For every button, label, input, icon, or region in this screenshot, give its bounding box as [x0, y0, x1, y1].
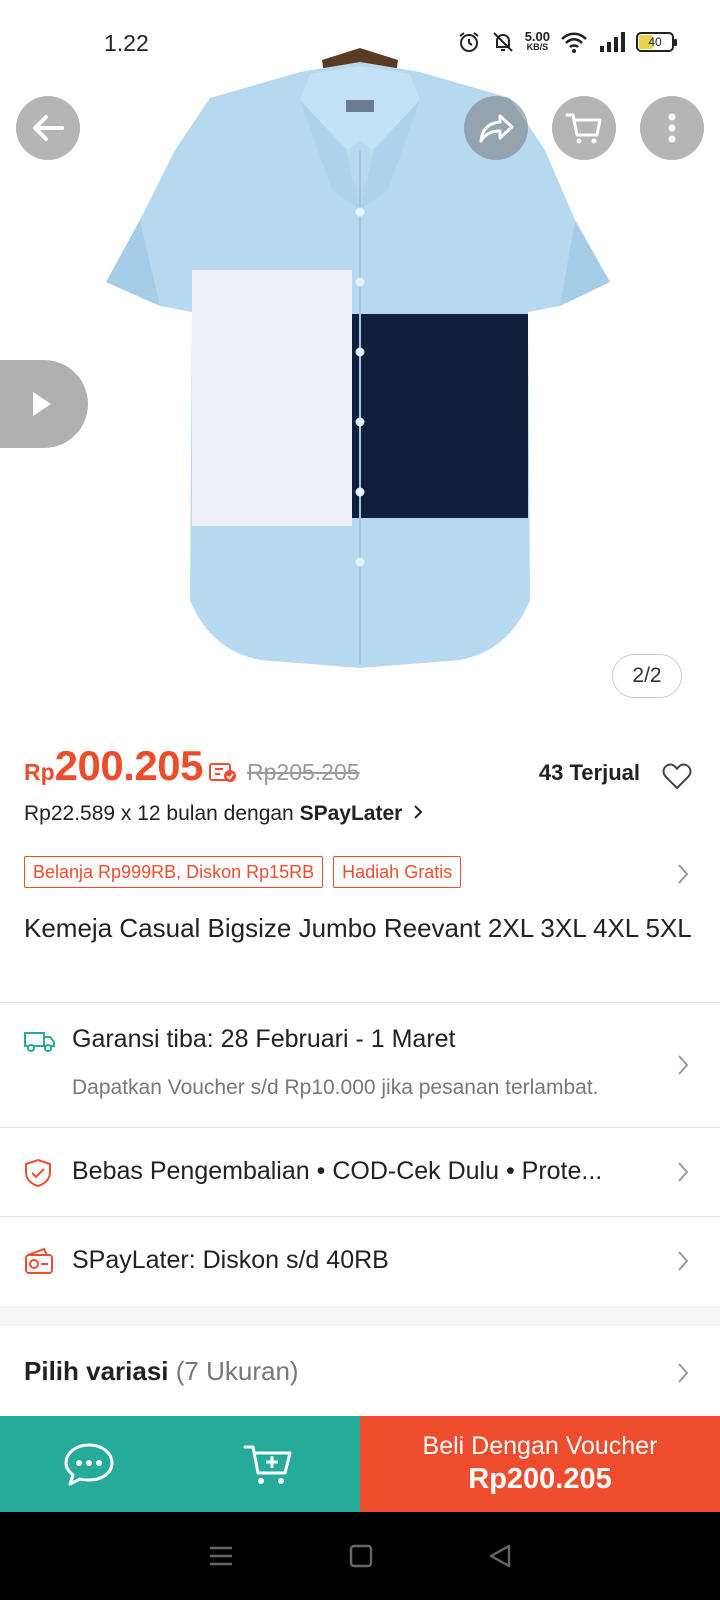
variation-label: Pilih variasi — [24, 1356, 169, 1386]
share-icon — [479, 114, 514, 143]
play-video-button[interactable] — [0, 360, 88, 448]
share-button[interactable] — [464, 96, 528, 160]
price-row: Rp 200.205 Rp205.205 — [24, 742, 360, 790]
cart-button[interactable] — [552, 96, 616, 160]
truck-icon — [24, 1032, 55, 1052]
promo-tag-discount[interactable]: Belanja Rp999RB, Diskon Rp15RB — [24, 856, 324, 888]
installment-text: Rp22.589 x 12 bulan dengan — [24, 802, 300, 825]
system-nav-bar — [0, 1512, 720, 1600]
more-options-button[interactable] — [640, 96, 704, 160]
promo-tags[interactable]: Belanja Rp999RB, Diskon Rp15RB Hadiah Gr… — [24, 856, 462, 888]
wifi-icon — [561, 32, 587, 53]
add-to-cart-button[interactable] — [178, 1416, 360, 1512]
alarm-icon — [459, 32, 479, 52]
heart-icon[interactable] — [662, 762, 692, 790]
buy-with-voucher-button[interactable]: Beli Dengan Voucher Rp200.205 — [360, 1416, 720, 1512]
guarantees-text: Bebas Pengembalian • COD-Cek Dulu • Prot… — [72, 1157, 603, 1185]
home-icon[interactable] — [348, 1543, 374, 1569]
net-speed-value: 5.00 — [524, 29, 550, 44]
shipping-guarantee-row[interactable]: Garansi tiba: 28 Februari - 1 Maret Dapa… — [0, 1003, 720, 1127]
chevron-right-icon — [678, 1251, 689, 1271]
battery-icon: 40 — [636, 32, 677, 52]
back-nav-icon[interactable] — [487, 1543, 513, 1569]
chevron-right-icon — [678, 1162, 689, 1182]
menu-icon[interactable] — [207, 1544, 235, 1568]
chevron-right-icon — [678, 1055, 689, 1075]
status-time: 1.22 — [104, 30, 149, 56]
installment-info[interactable]: Rp22.589 x 12 bulan dengan SPayLater — [24, 802, 424, 826]
cart-icon — [565, 113, 602, 144]
product-page: 2/2 1.22 5.00 KB/S 40 Rp 200.205 Rp205.2… — [0, 0, 720, 1600]
product-image — [106, 48, 610, 668]
net-speed: 5.00 KB/S — [524, 29, 550, 53]
arrow-left-icon — [33, 115, 64, 141]
promo-tag-gift[interactable]: Hadiah Gratis — [333, 856, 462, 888]
chat-icon — [64, 1443, 114, 1486]
bottom-action-bar: Beli Dengan Voucher Rp200.205 — [0, 1416, 720, 1512]
price-value: 200.205 — [54, 742, 204, 789]
chat-button[interactable] — [0, 1416, 178, 1512]
variation-selector[interactable]: Pilih variasi (7 Ukuran) — [24, 1356, 299, 1387]
shield-check-icon — [25, 1158, 51, 1188]
shipping-subtitle: Dapatkan Voucher s/d Rp10.000 jika pesan… — [72, 1076, 599, 1099]
spaylater-row[interactable]: SPayLater: Diskon s/d 40RB — [0, 1217, 720, 1305]
mute-icon — [492, 32, 513, 52]
signal-icon — [600, 32, 625, 52]
play-icon — [33, 392, 51, 416]
buy-price: Rp200.205 — [468, 1463, 612, 1495]
spaylater-text: SPayLater: Diskon s/d 40RB — [72, 1246, 389, 1274]
net-speed-unit: KB/S — [526, 42, 549, 52]
section-gap — [0, 1306, 720, 1326]
cart-plus-icon — [243, 1445, 292, 1484]
guarantees-row[interactable]: Bebas Pengembalian • COD-Cek Dulu • Prot… — [0, 1128, 720, 1216]
buy-label: Beli Dengan Voucher — [422, 1432, 658, 1460]
wallet-icon — [25, 1247, 53, 1274]
more-vertical-icon — [668, 113, 676, 143]
variation-count: (7 Ukuran) — [175, 1356, 299, 1386]
shipping-title: Garansi tiba: 28 Februari - 1 Maret — [72, 1025, 456, 1053]
original-price: Rp205.205 — [247, 759, 360, 785]
back-button[interactable] — [16, 96, 80, 160]
chevron-right-icon[interactable] — [676, 862, 690, 886]
status-icons: 5.00 KB/S 40 — [457, 29, 677, 54]
product-title: Kemeja Casual Bigsize Jumbo Reevant 2XL … — [24, 913, 692, 943]
status-bar: 1.22 5.00 KB/S 40 — [0, 0, 720, 90]
chevron-right-icon[interactable] — [676, 1361, 690, 1385]
chevron-right-icon — [414, 805, 423, 819]
sold-count: 43 Terjual — [538, 760, 640, 785]
price-currency: Rp — [24, 759, 55, 785]
product-image-carousel[interactable]: 2/2 — [0, 0, 720, 714]
discount-tag-icon — [209, 763, 236, 782]
image-counter: 2/2 — [612, 654, 682, 698]
installment-brand: SPayLater — [299, 802, 403, 825]
